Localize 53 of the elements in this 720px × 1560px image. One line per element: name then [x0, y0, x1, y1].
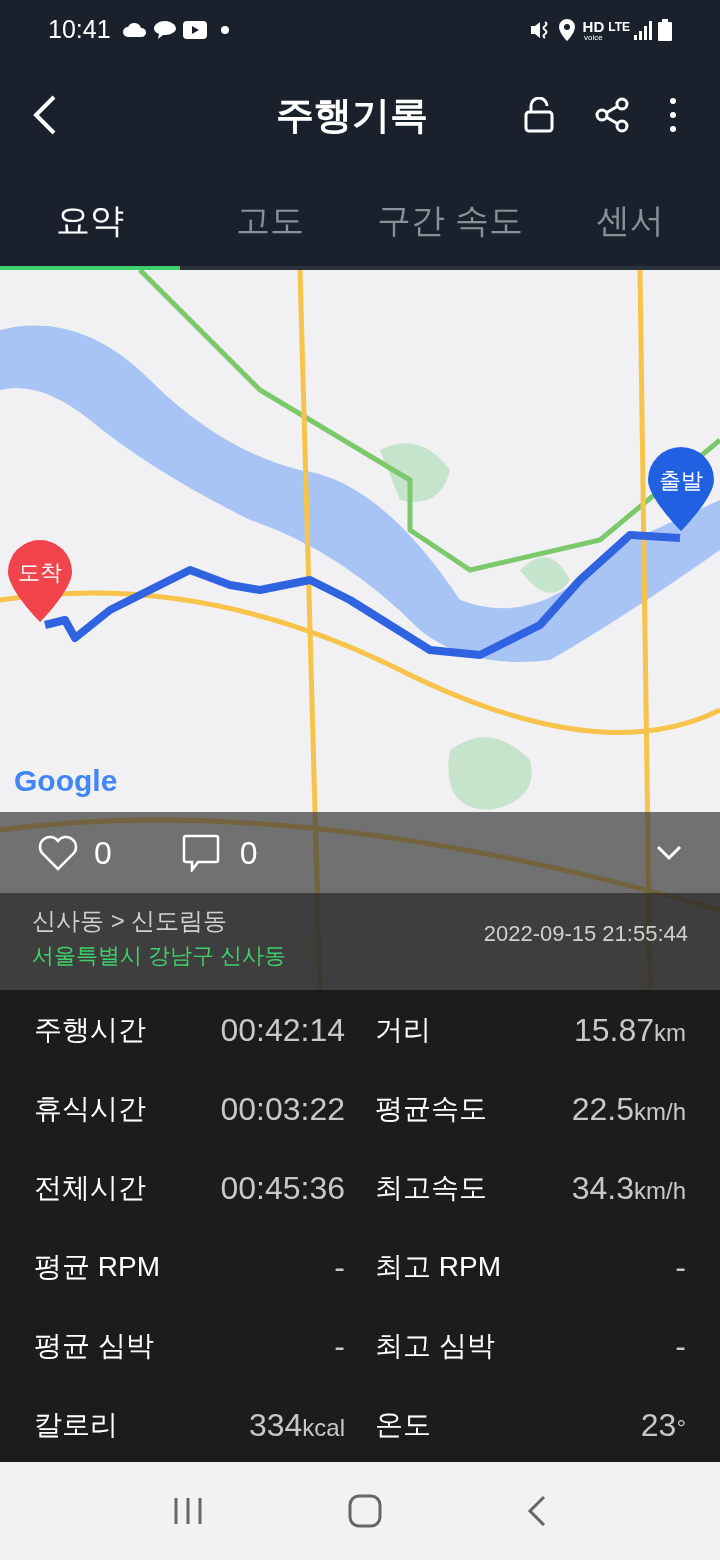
unlocked-padlock-icon[interactable] — [524, 97, 554, 133]
stat-label: 휴식시간 — [34, 1091, 146, 1126]
recent-apps-icon[interactable] — [172, 1496, 203, 1526]
back-icon[interactable] — [32, 94, 58, 136]
network-label: LTE — [608, 19, 630, 36]
stat-label: 평균 심박 — [34, 1328, 154, 1363]
stat-label: 주행시간 — [34, 1012, 146, 1047]
status-time: 10:41 — [48, 14, 111, 46]
home-icon[interactable] — [348, 1494, 382, 1528]
hd-voice-label: HD — [582, 18, 605, 34]
stat-value: 34.3km/h — [571, 1168, 686, 1208]
map-attribution: Google — [14, 763, 118, 799]
voice-label: voice — [584, 33, 603, 42]
like-count: 0 — [94, 833, 112, 873]
signal-icon — [634, 20, 652, 40]
play-icon — [182, 21, 207, 39]
stat-label: 거리 — [375, 1012, 431, 1047]
stat-value: 334kcal — [248, 1405, 345, 1445]
battery-icon — [658, 19, 672, 41]
stat-value: 22.5km/h — [571, 1089, 686, 1129]
stat-value: 00:42:14 — [220, 1010, 345, 1050]
stat-label: 전체시간 — [34, 1170, 146, 1205]
page-title: 주행기록 — [276, 92, 428, 138]
end-marker: 도착 — [8, 540, 72, 622]
route-text: 신사동 > 신도림동 — [32, 906, 229, 936]
address-text: 서울특별시 강남구 신사동 — [32, 942, 287, 970]
cloud-icon — [122, 23, 147, 37]
stat-value: 00:45:36 — [220, 1168, 345, 1208]
stat-label: 온도 — [375, 1407, 431, 1442]
stat-label: 최고 심박 — [375, 1328, 495, 1363]
stat-label: 최고속도 — [375, 1170, 487, 1205]
stat-value: 23° — [640, 1405, 686, 1445]
stat-value: - — [675, 1326, 686, 1366]
location-icon — [558, 19, 575, 41]
stat-value: - — [334, 1326, 345, 1366]
stat-value: - — [675, 1247, 686, 1287]
chevron-down-icon[interactable] — [656, 844, 682, 861]
chat-bubble-icon — [152, 20, 177, 40]
stat-label: 최고 RPM — [375, 1249, 501, 1284]
stat-value: 15.87km — [573, 1010, 686, 1050]
stat-value: 00:03:22 — [220, 1089, 345, 1129]
start-marker: 출발 — [648, 447, 714, 531]
stat-label: 평균 RPM — [34, 1249, 160, 1284]
heart-icon[interactable] — [38, 834, 78, 871]
stat-value: - — [334, 1247, 345, 1287]
comment-icon[interactable] — [181, 833, 220, 872]
share-icon[interactable] — [594, 97, 630, 133]
stat-label: 칼로리 — [34, 1407, 118, 1442]
ride-date: 2022-09-15 21:55:44 — [483, 920, 688, 948]
dot-icon — [220, 26, 229, 34]
stat-label: 평균속도 — [375, 1091, 487, 1126]
more-options-icon[interactable] — [670, 98, 676, 132]
comment-count: 0 — [239, 833, 258, 873]
